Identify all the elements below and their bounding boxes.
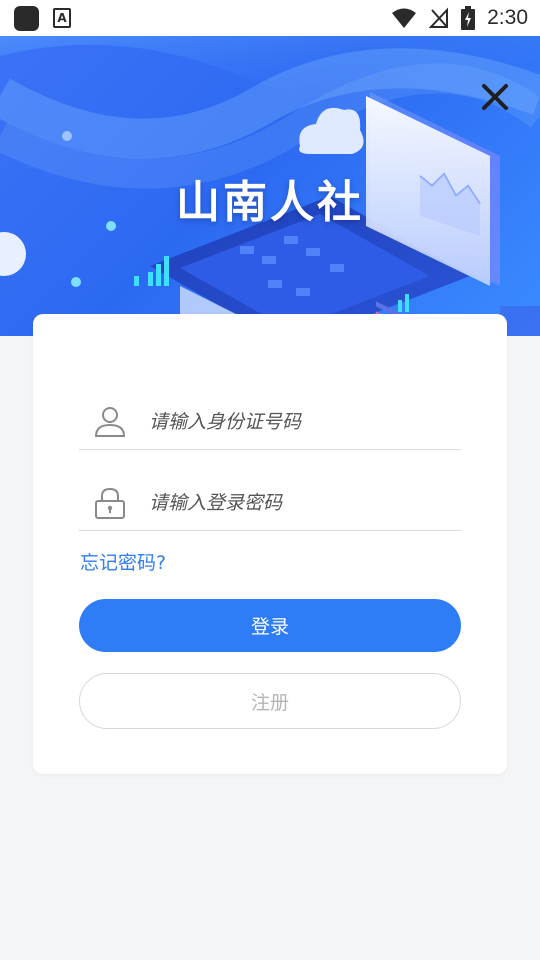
- password-input[interactable]: [149, 491, 449, 514]
- app-title: 山南人社: [176, 177, 364, 228]
- id-number-input[interactable]: [149, 410, 449, 433]
- hero-banner: 山南人社: [0, 36, 540, 336]
- close-button[interactable]: [478, 80, 512, 114]
- status-time: 2:30: [487, 6, 528, 29]
- password-field[interactable]: [79, 475, 461, 531]
- forgot-password-link[interactable]: 忘记密码?: [80, 548, 166, 575]
- no-signal-icon: [429, 7, 449, 28]
- status-bar-right: 2:30: [391, 6, 528, 30]
- lock-icon: [95, 487, 125, 519]
- status-bar-left: A: [14, 5, 71, 31]
- close-icon: [482, 84, 508, 110]
- app-icon: [14, 5, 39, 31]
- login-card: 忘记密码? 登录 注册: [33, 314, 507, 774]
- a-text-icon: A: [53, 8, 71, 28]
- id-number-field[interactable]: [79, 394, 461, 450]
- battery-charging-icon: [461, 6, 476, 30]
- register-button[interactable]: 注册: [79, 673, 461, 729]
- login-button[interactable]: 登录: [79, 599, 461, 652]
- status-bar: A 2:30: [0, 0, 540, 36]
- user-icon: [94, 406, 126, 437]
- wifi-icon: [392, 8, 417, 28]
